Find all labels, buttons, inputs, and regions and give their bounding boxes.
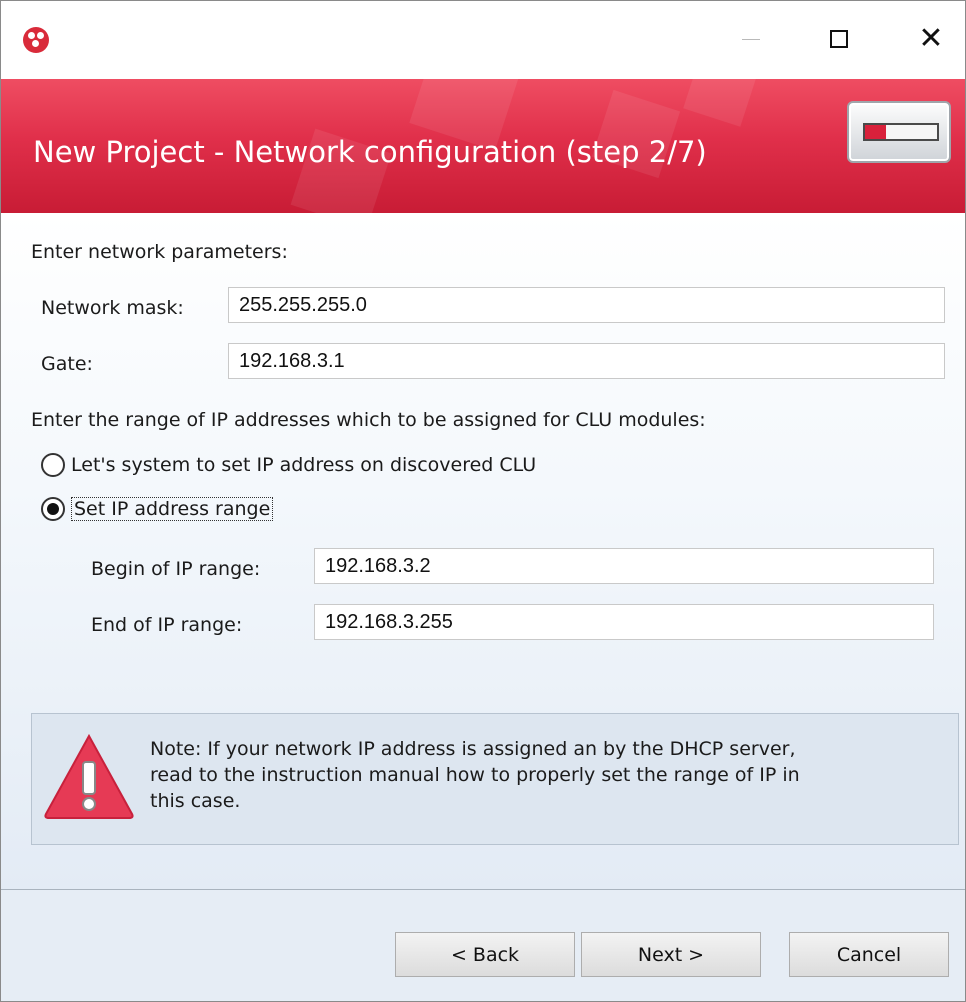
radio-set-range[interactable]: Set IP address range bbox=[41, 497, 274, 521]
step-progress bbox=[863, 123, 939, 141]
close-button[interactable]: ✕ bbox=[909, 19, 953, 59]
minimize-button[interactable] bbox=[729, 19, 773, 59]
end-ip-label: End of IP range: bbox=[91, 614, 243, 636]
radio-auto-assign[interactable]: Let's system to set IP address on discov… bbox=[41, 453, 536, 477]
wizard-window: ✕ New Project - Network configuration (s… bbox=[0, 0, 966, 1002]
ip-range-heading: Enter the range of IP addresses which to… bbox=[31, 409, 706, 431]
clu-device-icon bbox=[847, 101, 951, 163]
radio-auto-circle[interactable] bbox=[41, 453, 65, 477]
cancel-button[interactable]: Cancel bbox=[789, 932, 949, 977]
warning-icon bbox=[44, 733, 134, 819]
dhcp-note-box: Note: If your network IP address is assi… bbox=[31, 713, 959, 845]
network-mask-label: Network mask: bbox=[41, 297, 184, 319]
end-ip-input[interactable] bbox=[314, 604, 934, 640]
begin-ip-label: Begin of IP range: bbox=[91, 558, 261, 580]
radio-auto-label: Let's system to set IP address on discov… bbox=[71, 454, 537, 476]
maximize-icon bbox=[830, 30, 848, 48]
gate-label: Gate: bbox=[41, 353, 93, 375]
grenton-logo-icon bbox=[23, 27, 49, 53]
maximize-button[interactable] bbox=[817, 19, 861, 59]
next-button[interactable]: Next > bbox=[581, 932, 761, 977]
gate-input[interactable] bbox=[228, 343, 945, 379]
back-button[interactable]: < Back bbox=[395, 932, 575, 977]
network-mask-input[interactable] bbox=[228, 287, 945, 323]
wizard-footer: < Back Next > Cancel bbox=[1, 889, 965, 1001]
close-icon: ✕ bbox=[918, 21, 944, 56]
wizard-banner: New Project - Network configuration (ste… bbox=[1, 79, 965, 213]
begin-ip-input[interactable] bbox=[314, 548, 934, 584]
title-bar: ✕ bbox=[1, 1, 965, 79]
dhcp-note-text: Note: If your network IP address is assi… bbox=[150, 738, 800, 812]
minimize-icon bbox=[742, 38, 760, 40]
page-title: New Project - Network configuration (ste… bbox=[33, 135, 707, 169]
radio-range-label: Set IP address range bbox=[71, 497, 274, 521]
wizard-content: Enter network parameters: Network mask: … bbox=[1, 213, 965, 889]
radio-range-circle[interactable] bbox=[41, 497, 65, 521]
network-params-heading: Enter network parameters: bbox=[31, 241, 288, 263]
